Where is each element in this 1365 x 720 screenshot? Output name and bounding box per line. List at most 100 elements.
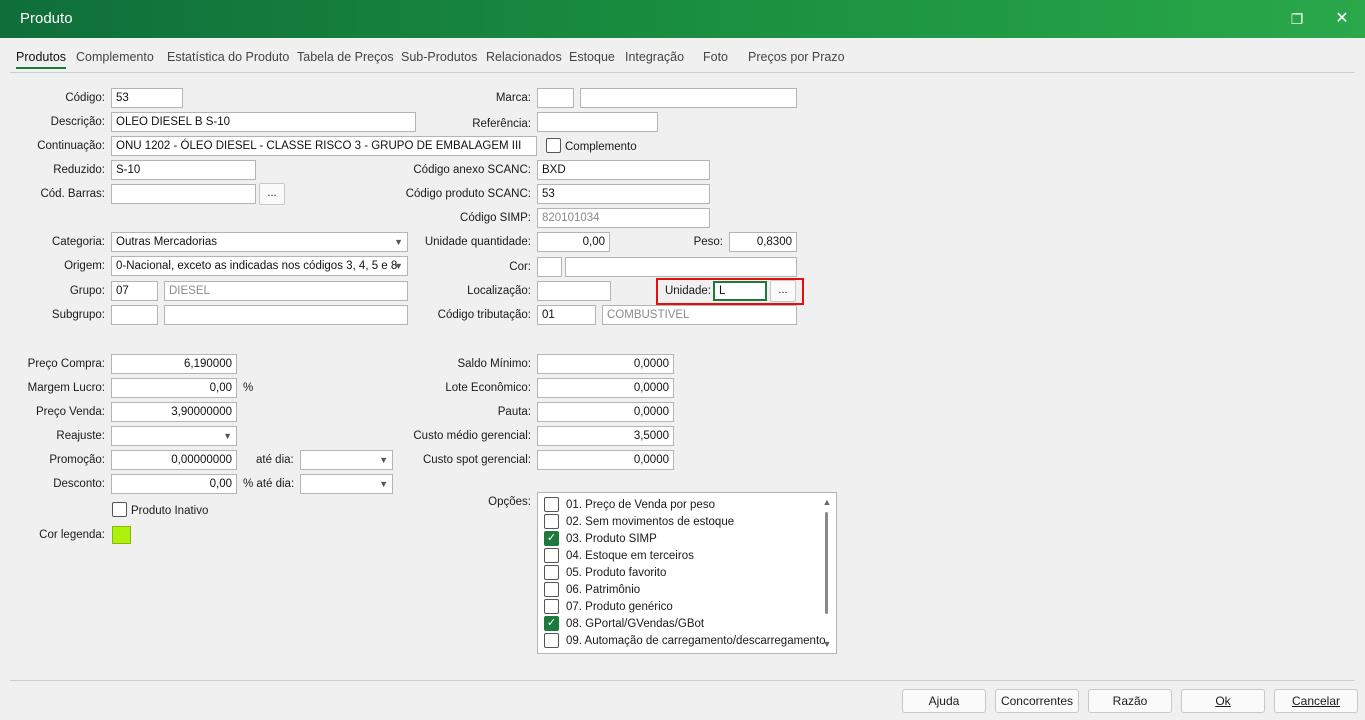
- codigo-tributacao-code-field[interactable]: 01: [537, 305, 596, 325]
- promocao-ate-dia-select[interactable]: ▼: [300, 450, 393, 470]
- unidade-field[interactable]: L: [713, 281, 767, 301]
- scroll-down-icon[interactable]: ▼: [820, 638, 834, 650]
- margem-lucro-field[interactable]: 0,00: [111, 378, 237, 398]
- codigo-anexo-field[interactable]: BXD: [537, 160, 710, 180]
- reduzido-field[interactable]: S-10: [111, 160, 256, 180]
- lote-economico-field[interactable]: 0,0000: [537, 378, 674, 398]
- opcao-checkbox[interactable]: [544, 599, 559, 614]
- title-bar: Produto ❐ ✕: [0, 0, 1365, 38]
- opcao-checkbox[interactable]: [544, 497, 559, 512]
- unidade-quantidade-field[interactable]: 0,00: [537, 232, 610, 252]
- opcao-label: 06. Patrimônio: [566, 584, 641, 596]
- origem-select[interactable]: 0-Nacional, exceto as indicadas nos códi…: [111, 256, 408, 276]
- opcao-checkbox[interactable]: ✓: [544, 616, 559, 631]
- custo-spot-label: Custo spot gerencial:: [422, 454, 531, 466]
- razao-button[interactable]: Razão: [1088, 689, 1172, 713]
- produto-inativo-checkbox[interactable]: [112, 502, 127, 517]
- tab-sub-produtos[interactable]: Sub-Produtos: [401, 50, 477, 64]
- opcao-item[interactable]: ✓ 03. Produto SIMP: [544, 530, 824, 547]
- cor-name-field[interactable]: [565, 257, 797, 277]
- reajuste-select[interactable]: ▼: [111, 426, 237, 446]
- tab-complemento[interactable]: Complemento: [76, 50, 154, 64]
- concorrentes-button[interactable]: Concorrentes: [995, 689, 1079, 713]
- grupo-code-field[interactable]: 07: [111, 281, 158, 301]
- opcao-item[interactable]: 02. Sem movimentos de estoque: [544, 513, 824, 530]
- codigo-field[interactable]: 53: [111, 88, 183, 108]
- unidade-quantidade-label: Unidade quantidade:: [424, 236, 531, 248]
- opcao-label: 07. Produto genérico: [566, 601, 673, 613]
- tab-precos-prazo[interactable]: Preços por Prazo: [748, 50, 845, 64]
- tab-produtos[interactable]: Produtos: [16, 50, 67, 69]
- custo-medio-field[interactable]: 3,5000: [537, 426, 674, 446]
- opcoes-listbox[interactable]: 01. Preço de Venda por peso 02. Sem movi…: [537, 492, 837, 654]
- opcoes-label: Opções:: [488, 496, 531, 508]
- preco-compra-field[interactable]: 6,190000: [111, 354, 237, 374]
- cancelar-button[interactable]: Cancelar: [1274, 689, 1358, 713]
- subgrupo-code-field[interactable]: [111, 305, 158, 325]
- footer-divider: [10, 680, 1355, 681]
- complemento-checkbox[interactable]: [546, 138, 561, 153]
- cor-legenda-swatch[interactable]: [112, 526, 131, 544]
- cod-barras-field[interactable]: [111, 184, 256, 204]
- close-icon[interactable]: ✕: [1332, 9, 1352, 29]
- tab-integracao[interactable]: Integração: [625, 50, 684, 64]
- scroll-thumb[interactable]: [825, 512, 828, 614]
- complemento-label: Complemento: [565, 141, 637, 153]
- opcao-item[interactable]: 07. Produto genérico: [544, 598, 824, 615]
- codigo-produto-scanc-field[interactable]: 53: [537, 184, 710, 204]
- desconto-field[interactable]: 0,00: [111, 474, 237, 494]
- opcao-item[interactable]: 06. Patrimônio: [544, 581, 824, 598]
- opcao-checkbox[interactable]: [544, 582, 559, 597]
- unidade-lookup-button[interactable]: ...: [770, 280, 796, 302]
- cor-legenda-label: Cor legenda:: [39, 529, 105, 541]
- categoria-select[interactable]: Outras Mercadorias ▼: [111, 232, 408, 252]
- continuacao-field[interactable]: ONU 1202 - ÓLEO DIESEL - CLASSE RISCO 3 …: [111, 136, 537, 156]
- tab-estoque[interactable]: Estoque: [569, 50, 615, 64]
- tab-tabela-precos[interactable]: Tabela de Preços: [297, 50, 394, 64]
- pauta-field[interactable]: 0,0000: [537, 402, 674, 422]
- opcao-item[interactable]: 01. Preço de Venda por peso: [544, 496, 824, 513]
- origem-label: Origem:: [64, 260, 105, 272]
- restore-icon[interactable]: ❐: [1287, 9, 1307, 29]
- cod-barras-label: Cód. Barras:: [40, 188, 105, 200]
- opcao-checkbox[interactable]: [544, 514, 559, 529]
- localizacao-field[interactable]: [537, 281, 611, 301]
- tab-estatistica[interactable]: Estatística do Produto: [167, 50, 289, 64]
- opcao-item[interactable]: 04. Estoque em terceiros: [544, 547, 824, 564]
- descricao-field[interactable]: OLEO DIESEL B S-10: [111, 112, 416, 132]
- codigo-tributacao-name-field: COMBUSTIVEL: [602, 305, 797, 325]
- chevron-down-icon: ▼: [223, 431, 232, 441]
- saldo-minimo-field[interactable]: 0,0000: [537, 354, 674, 374]
- desconto-ate-dia-select[interactable]: ▼: [300, 474, 393, 494]
- continuacao-label: Continuação:: [37, 140, 105, 152]
- grupo-label: Grupo:: [69, 285, 105, 297]
- scroll-up-icon[interactable]: ▲: [820, 496, 834, 508]
- marca-code-field[interactable]: [537, 88, 574, 108]
- codigo-tributacao-label: Código tributação:: [437, 309, 531, 321]
- referencia-field[interactable]: [537, 112, 658, 132]
- subgrupo-label: Subgrupo:: [51, 309, 105, 321]
- tab-foto[interactable]: Foto: [703, 50, 728, 64]
- opcoes-scrollbar[interactable]: ▲ ▼: [820, 496, 834, 650]
- marca-name-field[interactable]: [580, 88, 797, 108]
- peso-field[interactable]: 0,8300: [729, 232, 797, 252]
- referencia-label: Referência:: [472, 118, 531, 130]
- tab-relacionados[interactable]: Relacionados: [486, 50, 562, 64]
- custo-spot-field[interactable]: 0,0000: [537, 450, 674, 470]
- custo-medio-label: Custo médio gerencial:: [413, 430, 531, 442]
- opcao-checkbox[interactable]: ✓: [544, 531, 559, 546]
- opcao-item[interactable]: 05. Produto favorito: [544, 564, 824, 581]
- cor-code-field[interactable]: [537, 257, 562, 277]
- preco-venda-field[interactable]: 3,90000000: [111, 402, 237, 422]
- ok-button[interactable]: Ok: [1181, 689, 1265, 713]
- opcao-checkbox[interactable]: [544, 548, 559, 563]
- opcao-checkbox[interactable]: [544, 565, 559, 580]
- produto-inativo-label: Produto Inativo: [131, 505, 209, 517]
- ajuda-button[interactable]: Ajuda: [902, 689, 986, 713]
- promocao-field[interactable]: 0,00000000: [111, 450, 237, 470]
- opcao-item[interactable]: ✓ 08. GPortal/GVendas/GBot: [544, 615, 824, 632]
- opcao-checkbox[interactable]: [544, 633, 559, 648]
- localizacao-label: Localização:: [467, 285, 531, 297]
- cod-barras-lookup-button[interactable]: ...: [259, 183, 285, 205]
- opcao-item[interactable]: 09. Automação de carregamento/descarrega…: [544, 632, 826, 649]
